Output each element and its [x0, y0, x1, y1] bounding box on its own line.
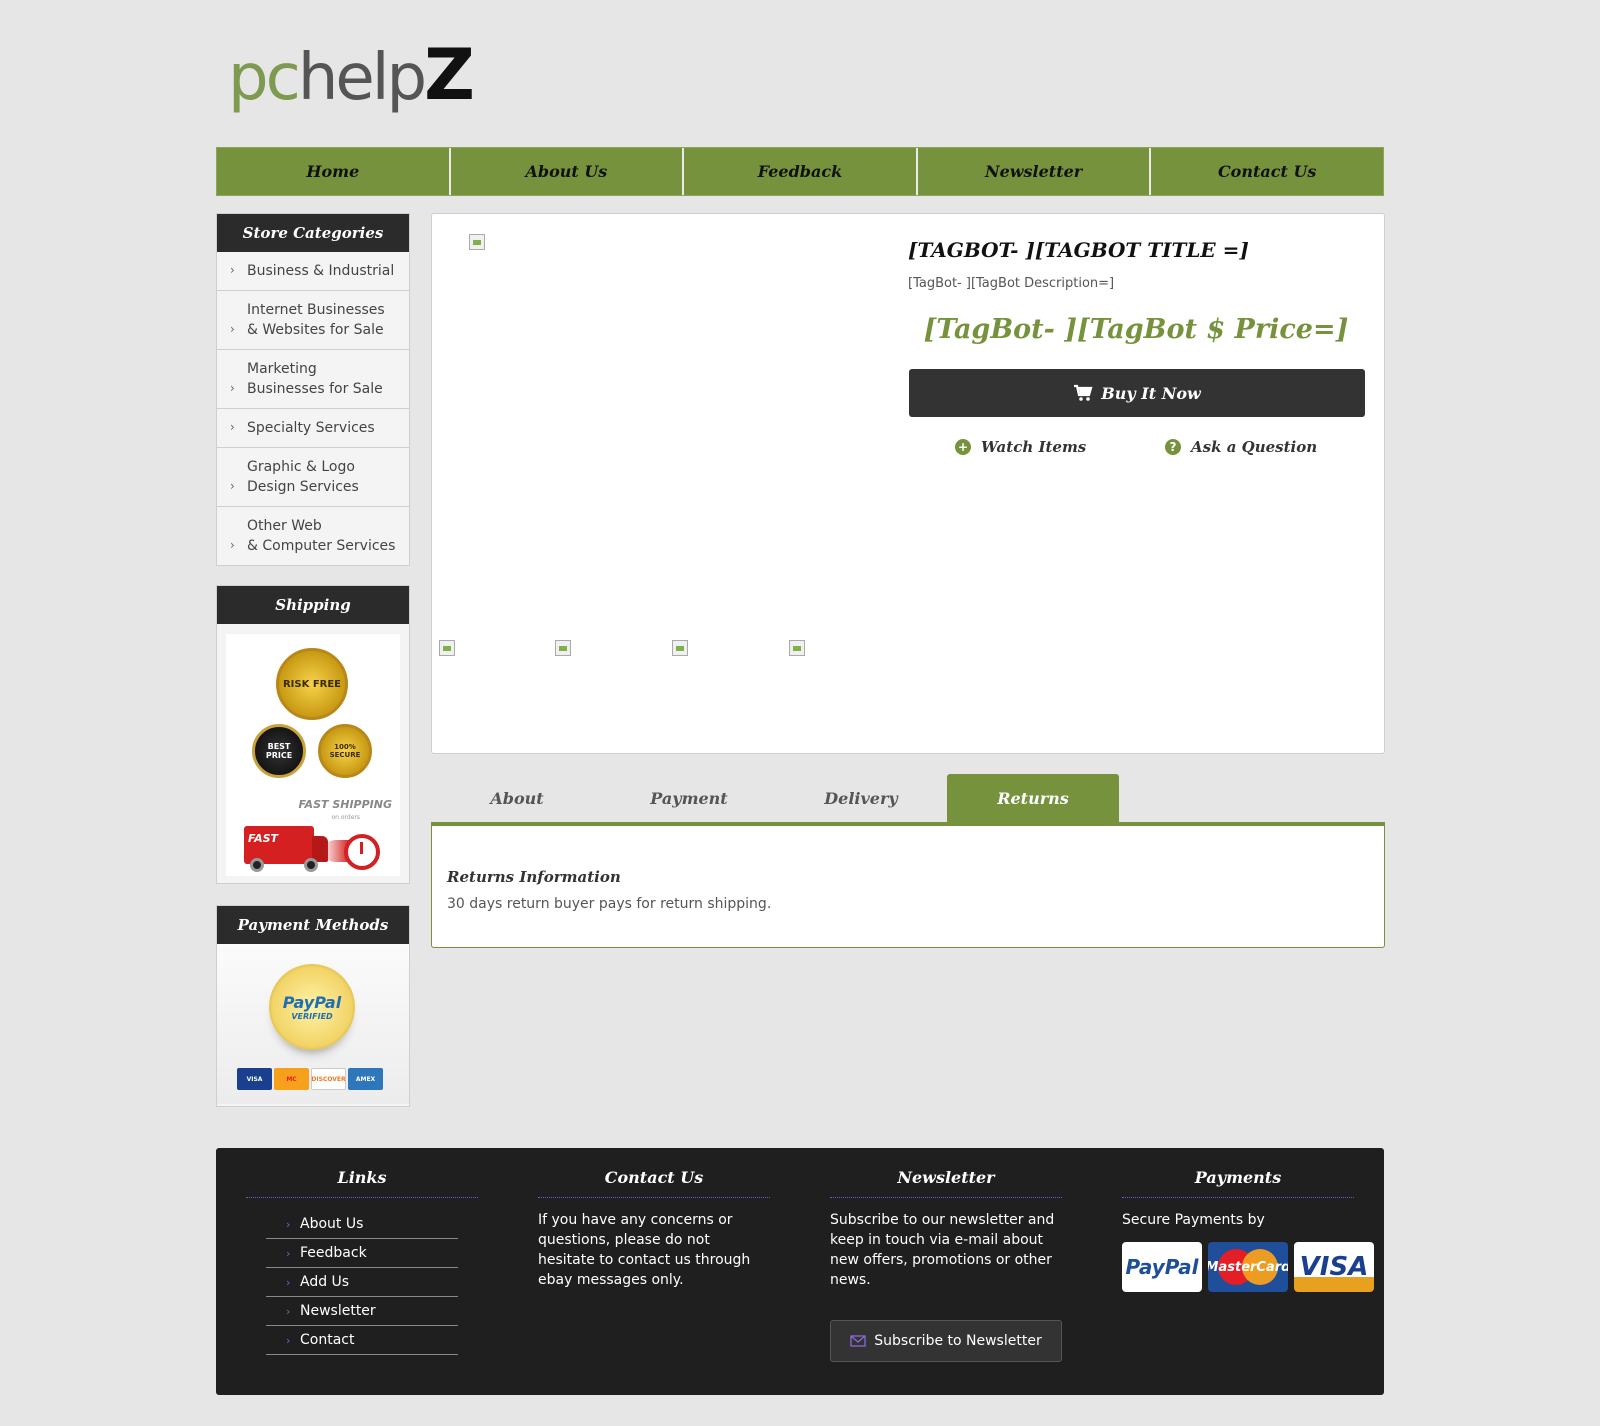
chevron-right-icon: ›	[286, 1304, 291, 1318]
paypal-verified-seal: PayPal VERIFIED	[269, 964, 355, 1050]
product-title: [TAGBOT- ][TAGBOT TITLE =]	[908, 238, 1249, 262]
footer-link-feedback[interactable]: › Feedback	[266, 1239, 458, 1268]
nav-newsletter[interactable]: Newsletter	[918, 148, 1152, 195]
payment-cards: PayPal MasterCard VISA	[1122, 1242, 1380, 1292]
product-panel: [TAGBOT- ][TAGBOT TITLE =] [TagBot- ][Ta…	[431, 213, 1385, 754]
footer-contact-column: Contact Us If you have any concerns or q…	[538, 1148, 770, 1290]
main-product-image[interactable]	[469, 234, 485, 250]
thumbnail-image[interactable]	[789, 640, 805, 656]
tab-delivery[interactable]: Delivery	[775, 774, 947, 822]
logo-z-text: Z	[424, 34, 475, 116]
amex-mini-icon: AMEX	[348, 1068, 383, 1090]
footer-payments-title: Payments	[1122, 1168, 1354, 1198]
chevron-right-icon: ›	[286, 1333, 291, 1347]
category-item[interactable]: › Marketing Businesses for Sale	[217, 350, 409, 409]
footer-contact-text: If you have any concerns or questions, p…	[538, 1212, 751, 1288]
tab-about[interactable]: About	[431, 774, 603, 822]
paypal-card-icon: PayPal	[1122, 1242, 1202, 1292]
chevron-right-icon: ›	[230, 263, 235, 277]
footer: Links › About Us › Feedback › Add Us › Newsl…	[216, 1148, 1384, 1395]
payment-methods-title: Payment Methods	[217, 906, 409, 944]
logo-pc-text: pc	[228, 41, 301, 115]
chevron-right-icon: ›	[230, 479, 235, 493]
clock-icon	[344, 834, 380, 870]
nav-about-us[interactable]: About Us	[451, 148, 685, 195]
product-price: [TagBot- ][TagBot $ Price=]	[923, 314, 1349, 345]
chevron-right-icon: ›	[286, 1246, 291, 1260]
thumbnail-image[interactable]	[439, 640, 455, 656]
footer-newsletter-text: Subscribe to our newsletter and keep in …	[830, 1212, 1055, 1288]
footer-link-newsletter[interactable]: › Newsletter	[266, 1297, 458, 1326]
shipping-box: Shipping RISK FREE BEST PRICE 100% SECUR…	[216, 585, 410, 884]
tab-payment[interactable]: Payment	[603, 774, 775, 822]
store-categories-title: Store Categories	[217, 214, 409, 252]
category-item[interactable]: › Internet Businesses & Websites for Sale	[217, 291, 409, 350]
chevron-right-icon: ›	[230, 322, 235, 336]
main-nav: Home About Us Feedback Newsletter Contac…	[216, 147, 1384, 196]
chevron-right-icon: ›	[230, 381, 235, 395]
tab-panel-returns: Returns Information 30 days return buyer…	[431, 826, 1385, 948]
payment-methods-image: PayPal VERIFIED VISA MC DISCOVER AMEX	[217, 944, 409, 1104]
chevron-right-icon: ›	[286, 1217, 291, 1231]
thumbnail-image[interactable]	[672, 640, 688, 656]
envelope-icon	[850, 1335, 866, 1347]
logo-help-text: help	[297, 41, 427, 115]
mastercard-card-icon: MasterCard	[1208, 1242, 1288, 1292]
site-logo[interactable]: pc help Z	[228, 34, 475, 116]
visa-mini-icon: VISA	[237, 1068, 272, 1090]
footer-newsletter-column: Newsletter Subscribe to our newsletter a…	[830, 1148, 1062, 1362]
watch-items-link[interactable]: + Watch Items	[955, 438, 1086, 456]
chevron-right-icon: ›	[230, 420, 235, 434]
payment-methods-box: Payment Methods PayPal VERIFIED VISA MC …	[216, 905, 410, 1107]
footer-payments-column: Payments Secure Payments by PayPal Maste…	[1122, 1148, 1380, 1292]
risk-free-seal: RISK FREE	[276, 648, 348, 720]
tab-returns[interactable]: Returns	[947, 774, 1119, 822]
category-item[interactable]: › Other Web & Computer Services	[217, 507, 409, 565]
truck-icon: FAST	[244, 826, 328, 872]
best-price-seal: BEST PRICE	[252, 724, 306, 778]
mastercard-mini-icon: MC	[274, 1068, 309, 1090]
category-item[interactable]: › Business & Industrial	[217, 252, 409, 291]
secure-seal: 100% SECURE	[318, 724, 372, 778]
chevron-right-icon: ›	[230, 538, 235, 552]
footer-link-about-us[interactable]: › About Us	[266, 1210, 458, 1239]
subscribe-newsletter-button[interactable]: Subscribe to Newsletter	[830, 1320, 1062, 1362]
returns-text: 30 days return buyer pays for return shi…	[447, 896, 772, 912]
footer-newsletter-title: Newsletter	[830, 1168, 1062, 1198]
store-categories-box: Store Categories › Business & Industrial …	[216, 213, 410, 566]
shipping-badges-image: RISK FREE BEST PRICE 100% SECURE FAST SH…	[226, 634, 400, 876]
category-item[interactable]: › Specialty Services	[217, 409, 409, 448]
footer-link-add-us[interactable]: › Add Us	[266, 1268, 458, 1297]
footer-contact-title: Contact Us	[538, 1168, 770, 1198]
shipping-title: Shipping	[217, 586, 409, 624]
returns-title: Returns Information	[447, 868, 621, 886]
fast-shipping-subtext: on orders	[331, 814, 360, 821]
category-item[interactable]: › Graphic & Logo Design Services	[217, 448, 409, 507]
discover-mini-icon: DISCOVER	[311, 1068, 346, 1090]
mini-card-logos: VISA MC DISCOVER AMEX	[237, 1068, 383, 1090]
question-circle-icon: ?	[1165, 439, 1181, 455]
cart-icon	[1074, 384, 1093, 401]
footer-links-column: Links › About Us › Feedback › Add Us › Newsl…	[246, 1148, 478, 1355]
nav-contact-us[interactable]: Contact Us	[1151, 148, 1383, 195]
visa-card-icon: VISA	[1294, 1242, 1374, 1292]
nav-feedback[interactable]: Feedback	[684, 148, 918, 195]
fast-shipping-text: FAST SHIPPING	[298, 798, 392, 811]
chevron-right-icon: ›	[286, 1275, 291, 1289]
footer-link-contact[interactable]: › Contact	[266, 1326, 458, 1355]
info-tabs: About Payment Delivery Returns	[431, 774, 1385, 826]
thumbnail-image[interactable]	[555, 640, 571, 656]
buy-it-now-button[interactable]: Buy It Now	[909, 369, 1365, 417]
footer-links-title: Links	[246, 1168, 478, 1198]
footer-payments-text: Secure Payments by	[1122, 1212, 1265, 1228]
ask-question-link[interactable]: ? Ask a Question	[1165, 438, 1317, 456]
plus-circle-icon: +	[955, 439, 971, 455]
nav-home[interactable]: Home	[217, 148, 451, 195]
product-description: [TagBot- ][TagBot Description=]	[908, 276, 1115, 291]
